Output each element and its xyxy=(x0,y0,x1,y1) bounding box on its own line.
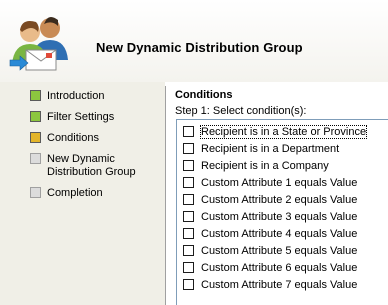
condition-checkbox[interactable] xyxy=(183,262,194,273)
condition-checkbox[interactable] xyxy=(183,160,194,171)
step-label: Filter Settings xyxy=(47,111,115,123)
condition-checkbox[interactable] xyxy=(183,194,194,205)
condition-company[interactable]: Recipient is in a Company xyxy=(183,158,329,173)
condition-custom-attribute-6[interactable]: Custom Attribute 6 equals Value xyxy=(183,260,357,275)
step-label: Introduction xyxy=(47,90,105,102)
pane-divider xyxy=(165,86,166,305)
condition-custom-attribute-4[interactable]: Custom Attribute 4 equals Value xyxy=(183,226,357,241)
step-label: Conditions xyxy=(47,132,99,144)
step-status-icon xyxy=(30,132,41,143)
step-filter-settings[interactable]: Filter Settings xyxy=(30,111,115,124)
step-status-icon xyxy=(30,153,41,164)
condition-custom-attribute-1[interactable]: Custom Attribute 1 equals Value xyxy=(183,175,357,190)
condition-state-or-province[interactable]: Recipient is in a State or Province xyxy=(183,124,368,139)
condition-checkbox[interactable] xyxy=(183,177,194,188)
step-status-icon xyxy=(30,187,41,198)
condition-label: Custom Attribute 4 equals Value xyxy=(201,227,358,240)
condition-label: Custom Attribute 6 equals Value xyxy=(201,261,358,274)
condition-checkbox[interactable] xyxy=(183,211,194,222)
step-new-dynamic-distribution-group[interactable]: New Dynamic Distribution Group xyxy=(30,153,136,179)
conditions-listbox[interactable]: Recipient is in a State or Province Reci… xyxy=(176,119,388,305)
condition-label: Custom Attribute 5 equals Value xyxy=(201,244,358,257)
step-conditions[interactable]: Conditions xyxy=(30,132,99,145)
condition-label: Recipient is in a Company xyxy=(201,159,329,172)
condition-label: Custom Attribute 1 equals Value xyxy=(201,176,358,189)
step-status-icon xyxy=(30,90,41,101)
distribution-group-users-icon xyxy=(9,17,68,71)
conditions-heading: Conditions xyxy=(175,89,233,101)
condition-checkbox[interactable] xyxy=(183,279,194,290)
condition-custom-attribute-3[interactable]: Custom Attribute 3 equals Value xyxy=(183,209,357,224)
condition-custom-attribute-7[interactable]: Custom Attribute 7 equals Value xyxy=(183,277,357,292)
condition-label: Custom Attribute 7 equals Value xyxy=(201,278,358,291)
select-conditions-label: Step 1: Select condition(s): xyxy=(175,105,307,117)
wizard-header: New Dynamic Distribution Group xyxy=(0,0,388,82)
step-status-icon xyxy=(30,111,41,122)
condition-label: Custom Attribute 2 equals Value xyxy=(201,193,358,206)
step-completion[interactable]: Completion xyxy=(30,187,103,200)
condition-custom-attribute-5[interactable]: Custom Attribute 5 equals Value xyxy=(183,243,357,258)
condition-checkbox[interactable] xyxy=(183,126,194,137)
step-label: Completion xyxy=(47,187,103,199)
condition-custom-attribute-2[interactable]: Custom Attribute 2 equals Value xyxy=(183,192,357,207)
condition-label: Custom Attribute 3 equals Value xyxy=(201,210,358,223)
step-introduction[interactable]: Introduction xyxy=(30,90,105,103)
condition-label: Recipient is in a Department xyxy=(201,142,340,155)
condition-checkbox[interactable] xyxy=(183,245,194,256)
condition-checkbox[interactable] xyxy=(183,228,194,239)
wizard-title: New Dynamic Distribution Group xyxy=(96,40,303,55)
condition-checkbox[interactable] xyxy=(183,143,194,154)
step-label: New Dynamic Distribution Group xyxy=(47,153,136,178)
condition-department[interactable]: Recipient is in a Department xyxy=(183,141,339,156)
condition-label: Recipient is in a State or Province xyxy=(199,124,368,139)
